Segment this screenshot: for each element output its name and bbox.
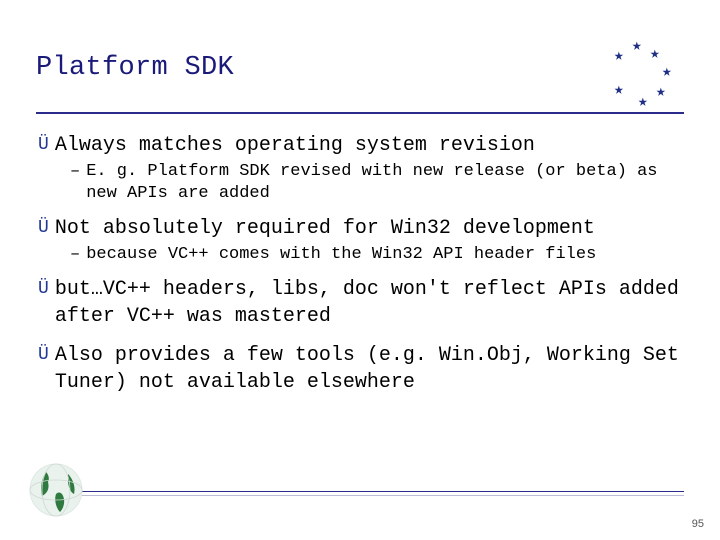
eu-stars-logo-icon: ★ ★ ★ ★ ★ ★ ★ — [594, 36, 684, 106]
svg-text:★: ★ — [614, 47, 624, 65]
dash-bullet-icon: – — [70, 161, 80, 183]
svg-text:★: ★ — [656, 83, 666, 101]
bullet-text: Always matches operating system revision — [55, 132, 682, 159]
bullet-text: Also provides a few tools (e.g. Win.Obj,… — [55, 342, 682, 396]
slide-title: Platform SDK — [36, 36, 234, 84]
bullet-item: Ü Always matches operating system revisi… — [38, 132, 682, 159]
svg-text:★: ★ — [632, 37, 642, 55]
arrow-bullet-icon: Ü — [38, 215, 49, 242]
dash-bullet-icon: – — [70, 244, 80, 266]
bullet-item: Ü but…VC++ headers, libs, doc won't refl… — [38, 276, 682, 330]
title-row: Platform SDK ★ ★ ★ ★ ★ ★ ★ — [36, 36, 684, 106]
footer-rule-thin — [80, 495, 684, 496]
arrow-bullet-icon: Ü — [38, 132, 49, 159]
page-number: 95 — [692, 518, 704, 530]
footer-rule — [80, 491, 684, 493]
bullet-text: but…VC++ headers, libs, doc won't reflec… — [55, 276, 682, 330]
slide: Platform SDK ★ ★ ★ ★ ★ ★ ★ Ü Always matc… — [0, 0, 720, 540]
svg-text:★: ★ — [662, 63, 672, 81]
sub-bullet-item: – E. g. Platform SDK revised with new re… — [70, 161, 682, 205]
sub-bullet-text: E. g. Platform SDK revised with new rele… — [86, 161, 682, 205]
bullet-text: Not absolutely required for Win32 develo… — [55, 215, 682, 242]
svg-text:★: ★ — [614, 81, 624, 99]
bullet-item: Ü Also provides a few tools (e.g. Win.Ob… — [38, 342, 682, 396]
sub-bullet-item: – because VC++ comes with the Win32 API … — [70, 244, 682, 266]
arrow-bullet-icon: Ü — [38, 276, 49, 303]
bullet-item: Ü Not absolutely required for Win32 deve… — [38, 215, 682, 242]
globe-icon — [28, 462, 84, 518]
svg-text:★: ★ — [650, 45, 660, 63]
sub-bullet-text: because VC++ comes with the Win32 API he… — [86, 244, 682, 266]
arrow-bullet-icon: Ü — [38, 342, 49, 369]
content-area: Ü Always matches operating system revisi… — [36, 132, 684, 396]
title-underline — [36, 112, 684, 114]
svg-text:★: ★ — [638, 93, 648, 106]
